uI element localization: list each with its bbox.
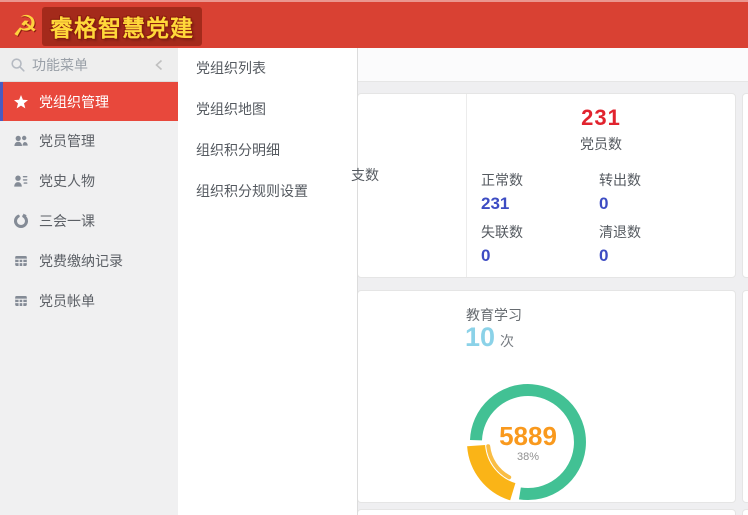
sidebar: 功能菜单 党组织管理 党员管理 党史人物 三会一课 党费缴纳记录 党员帐单 — [0, 48, 178, 515]
stat-value: 231 — [481, 194, 510, 213]
sidebar-item-party-fee-records[interactable]: 党费缴纳记录 — [0, 241, 178, 281]
stat-expelled: 清退数 0 — [599, 222, 709, 266]
education-count-unit: 次 — [500, 333, 515, 349]
sidebar-item-member-bills[interactable]: 党员帐单 — [0, 281, 178, 321]
stat-value: 0 — [599, 194, 609, 213]
stat-lost-contact: 失联数 0 — [481, 222, 591, 266]
clipped-card-bottom-corner — [742, 509, 748, 515]
donut-center-value: 5889 — [499, 420, 557, 451]
sidebar-item-label: 党组织管理 — [39, 93, 109, 110]
clipped-card-bottom — [357, 509, 736, 515]
sidebar-item-label: 党员帐单 — [39, 293, 95, 309]
sidebar-item-label: 党史人物 — [39, 173, 95, 189]
submenu-item-org-points-detail[interactable]: 组织积分明细 — [178, 130, 357, 171]
clipped-card-top-right — [742, 93, 748, 278]
member-stats-section: 231 党员数 正常数 231 转出数 0 失联数 0 清退数 0 — [467, 94, 735, 277]
member-total-label: 党员数 — [580, 136, 622, 152]
donut-center-percent: 38% — [516, 450, 540, 463]
star-icon — [14, 94, 28, 108]
member-stats-card: 231 党员数 正常数 231 转出数 0 失联数 0 清退数 0 — [357, 93, 736, 278]
sidebar-item-label: 党费缴纳记录 — [39, 253, 123, 269]
sidebar-item-label: 三会一课 — [39, 213, 95, 229]
stat-normal: 正常数 231 — [481, 170, 591, 214]
app-logo: ☭ 睿格智慧党建 — [12, 7, 202, 46]
refresh-icon — [14, 213, 28, 228]
stat-transferred-out: 转出数 0 — [599, 170, 709, 214]
stat-value: 0 — [599, 246, 609, 265]
submenu-item-org-map[interactable]: 党组织地图 — [178, 89, 357, 130]
stat-label: 正常数 — [481, 172, 523, 188]
submenu-item-org-points-rules[interactable]: 组织积分规则设置 — [178, 171, 357, 212]
stat-label: 转出数 — [599, 172, 641, 188]
party-emblem-icon: ☭ — [12, 10, 38, 43]
person-list-icon — [14, 175, 28, 187]
active-indicator — [0, 82, 3, 121]
clipped-card-bottom-right — [742, 290, 748, 503]
search-icon — [11, 57, 25, 72]
sidebar-item-three-meetings-one-lesson[interactable]: 三会一课 — [0, 201, 178, 241]
submenu-item-org-list[interactable]: 党组织列表 — [178, 48, 357, 89]
app-header: ☭ 睿格智慧党建 — [0, 0, 748, 48]
education-count-value: 10 — [465, 322, 496, 352]
app-title: 睿格智慧党建 — [42, 7, 202, 46]
sidebar-item-party-history-figures[interactable]: 党史人物 — [0, 161, 178, 201]
sidebar-item-member-management[interactable]: 党员管理 — [0, 121, 178, 161]
donut-center-labels: 5889 38% — [466, 380, 590, 504]
branch-count-partial-label: 支数 — [351, 167, 379, 183]
stat-label: 清退数 — [599, 224, 641, 240]
sidebar-item-label: 党员管理 — [39, 133, 95, 149]
sidebar-search-label: 功能菜单 — [32, 56, 88, 73]
education-count: 10 次 — [465, 322, 514, 353]
stat-value: 0 — [481, 246, 491, 265]
submenu-flyout: 党组织列表 党组织地图 组织积分明细 组织积分规则设置 — [178, 48, 358, 515]
member-total-value: 231 — [581, 105, 621, 130]
education-card: 教育学习 10 次 5889 38% — [357, 290, 736, 503]
sidebar-search[interactable]: 功能菜单 — [0, 48, 178, 82]
stat-label: 失联数 — [481, 224, 523, 240]
calendar-grid-icon — [15, 256, 27, 266]
sidebar-item-party-org-management[interactable]: 党组织管理 — [0, 82, 178, 121]
donut-chart: 5889 38% — [466, 380, 590, 504]
app-window: ☭ 睿格智慧党建 功能菜单 党组织管理 党员管理 党史人物 三会一课 党费缴纳记… — [0, 0, 748, 515]
calendar-grid-icon — [15, 296, 27, 306]
users-icon — [14, 135, 28, 146]
chevron-left-icon[interactable] — [152, 57, 168, 73]
header-highlight-line — [0, 0, 748, 2]
